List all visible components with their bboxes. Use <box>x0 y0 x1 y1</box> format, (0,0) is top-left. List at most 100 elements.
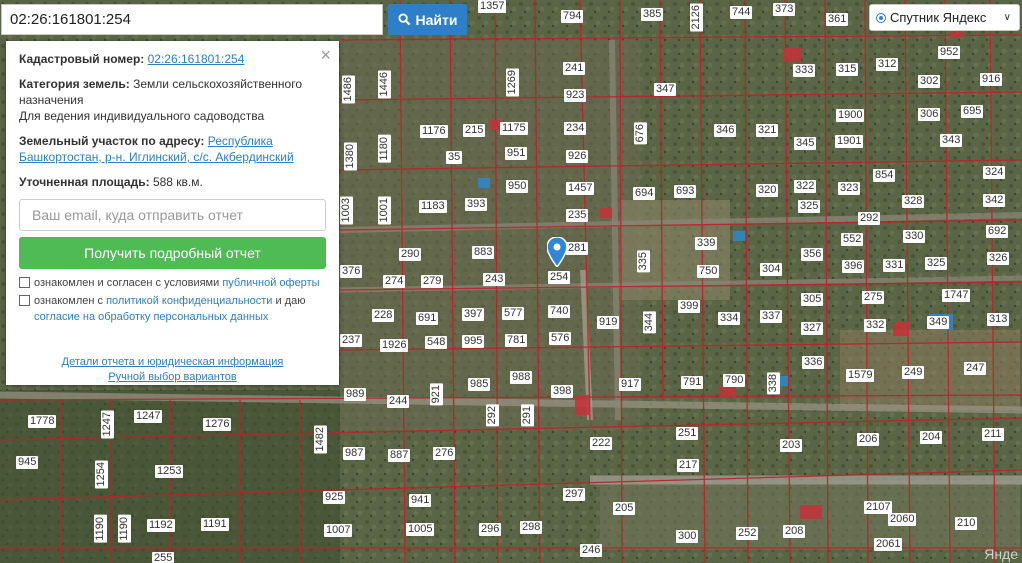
privacy-link[interactable]: политикой конфиденциальности <box>106 295 272 307</box>
plot-number-label[interactable]: 2126 <box>690 3 703 32</box>
search-button[interactable]: Найти <box>388 4 467 35</box>
plot-number-label[interactable]: 916 <box>980 73 1003 86</box>
plot-number-label[interactable]: 989 <box>344 388 367 401</box>
plot-number-label[interactable]: 373 <box>773 3 796 16</box>
plot-number-label[interactable]: 255 <box>152 552 175 563</box>
plot-number-label[interactable]: 297 <box>563 488 586 501</box>
plot-number-label[interactable]: 1778 <box>28 415 57 428</box>
plot-number-label[interactable]: 1005 <box>406 523 435 536</box>
plot-number-label[interactable]: 695 <box>961 105 984 118</box>
plot-number-label[interactable]: 312 <box>876 58 899 71</box>
plot-number-label[interactable]: 275 <box>862 291 885 304</box>
plot-number-label[interactable]: 222 <box>590 437 613 450</box>
plot-number-label[interactable]: 1276 <box>203 418 232 431</box>
plot-number-label[interactable]: 750 <box>697 265 720 278</box>
plot-number-label[interactable]: 321 <box>756 124 779 137</box>
plot-number-label[interactable]: 292 <box>858 212 881 225</box>
plot-number-label[interactable]: 323 <box>838 182 861 195</box>
plot-number-label[interactable]: 1482 <box>314 425 327 454</box>
plot-number-label[interactable]: 342 <box>983 194 1006 207</box>
privacy-checkbox[interactable] <box>19 295 30 306</box>
plot-number-label[interactable]: 744 <box>730 6 753 19</box>
cadastral-link[interactable]: 02:26:161801:254 <box>148 52 245 66</box>
plot-number-label[interactable]: 577 <box>502 307 525 320</box>
plot-number-label[interactable]: 2060 <box>888 513 917 526</box>
plot-number-label[interactable]: 941 <box>409 494 432 507</box>
plot-number-label[interactable]: 1175 <box>500 122 528 135</box>
plot-number-label[interactable]: 279 <box>421 275 444 288</box>
plot-number-label[interactable]: 951 <box>505 147 528 160</box>
plot-number-label[interactable]: 298 <box>520 521 543 534</box>
plot-number-label[interactable]: 237 <box>340 334 363 347</box>
plot-number-label[interactable]: 794 <box>561 10 584 23</box>
plot-number-label[interactable]: 320 <box>756 184 779 197</box>
plot-number-label[interactable]: 694 <box>633 187 656 200</box>
plot-number-label[interactable]: 399 <box>678 300 701 313</box>
plot-number-label[interactable]: 234 <box>564 122 587 135</box>
plot-number-label[interactable]: 1180 <box>378 135 391 163</box>
plot-number-label[interactable]: 244 <box>387 395 410 408</box>
plot-number-label[interactable]: 923 <box>564 89 587 102</box>
plot-number-label[interactable]: 925 <box>323 491 346 504</box>
plot-number-label[interactable]: 306 <box>918 108 941 121</box>
offer-checkbox[interactable] <box>19 277 30 288</box>
plot-number-label[interactable]: 1486 <box>342 75 355 104</box>
plot-number-label[interactable]: 985 <box>468 378 491 391</box>
plot-number-label[interactable]: 281 <box>566 242 589 255</box>
personal-data-link[interactable]: согласие на обработку персональных данны… <box>34 311 268 323</box>
plot-number-label[interactable]: 35 <box>446 151 463 164</box>
plot-number-label[interactable]: 215 <box>463 124 486 137</box>
plot-number-label[interactable]: 1380 <box>344 142 357 171</box>
plot-number-label[interactable]: 290 <box>399 248 422 261</box>
plot-number-label[interactable]: 338 <box>767 372 780 395</box>
get-report-button[interactable]: Получить подробный отчет <box>19 237 326 269</box>
plot-number-label[interactable]: 296 <box>479 523 502 536</box>
plot-number-label[interactable]: 917 <box>619 378 642 391</box>
plot-number-label[interactable]: 345 <box>794 137 817 150</box>
details-link[interactable]: Детали отчета и юридическая информация <box>19 355 326 370</box>
plot-number-label[interactable]: 241 <box>563 62 586 75</box>
plot-number-label[interactable]: 235 <box>566 209 589 222</box>
plot-number-label[interactable]: 791 <box>681 376 704 389</box>
plot-number-label[interactable]: 552 <box>841 233 864 246</box>
plot-number-label[interactable]: 333 <box>793 64 816 77</box>
plot-number-label[interactable]: 1253 <box>155 465 184 478</box>
plot-number-label[interactable]: 313 <box>987 313 1010 326</box>
plot-number-label[interactable]: 324 <box>983 166 1006 179</box>
plot-number-label[interactable]: 302 <box>918 75 941 88</box>
plot-number-label[interactable]: 1269 <box>506 68 519 97</box>
plot-number-label[interactable]: 740 <box>548 305 571 318</box>
plot-number-label[interactable]: 328 <box>902 195 925 208</box>
plot-number-label[interactable]: 926 <box>566 150 589 163</box>
plot-number-label[interactable]: 945 <box>16 456 39 469</box>
plot-number-label[interactable]: 315 <box>836 63 859 76</box>
plot-number-label[interactable]: 246 <box>580 544 603 557</box>
plot-number-label[interactable]: 249 <box>902 366 925 379</box>
plot-number-label[interactable]: 208 <box>783 525 806 538</box>
plot-number-label[interactable]: 385 <box>641 8 664 21</box>
plot-number-label[interactable]: 1176 <box>420 125 448 138</box>
plot-number-label[interactable]: 343 <box>940 134 963 147</box>
plot-number-label[interactable]: 692 <box>986 225 1009 238</box>
plot-number-label[interactable]: 243 <box>483 273 506 286</box>
location-pin-icon[interactable] <box>546 236 568 272</box>
plot-number-label[interactable]: 327 <box>801 322 824 335</box>
offer-link[interactable]: публичной оферты <box>222 277 319 289</box>
map-layer-select[interactable]: Спутник Яндекс ∨ <box>869 4 1020 31</box>
plot-number-label[interactable]: 676 <box>634 122 647 145</box>
plot-number-label[interactable]: 987 <box>343 447 366 460</box>
plot-number-label[interactable]: 228 <box>372 309 395 322</box>
plot-number-label[interactable]: 887 <box>388 449 411 462</box>
plot-number-label[interactable]: 344 <box>643 311 656 334</box>
plot-number-label[interactable]: 254 <box>548 271 571 284</box>
plot-number-label[interactable]: 781 <box>505 334 528 347</box>
plot-number-label[interactable]: 304 <box>760 263 783 276</box>
plot-number-label[interactable]: 396 <box>842 260 865 273</box>
plot-number-label[interactable]: 330 <box>903 230 926 243</box>
plot-number-label[interactable]: 1926 <box>380 339 409 352</box>
plot-number-label[interactable]: 397 <box>462 308 485 321</box>
plot-number-label[interactable]: 335 <box>637 250 650 273</box>
manual-selection-link[interactable]: Ручной выбор вариантов <box>19 370 326 385</box>
plot-number-label[interactable]: 1003 <box>340 196 353 225</box>
plot-number-label[interactable]: 291 <box>521 404 534 427</box>
